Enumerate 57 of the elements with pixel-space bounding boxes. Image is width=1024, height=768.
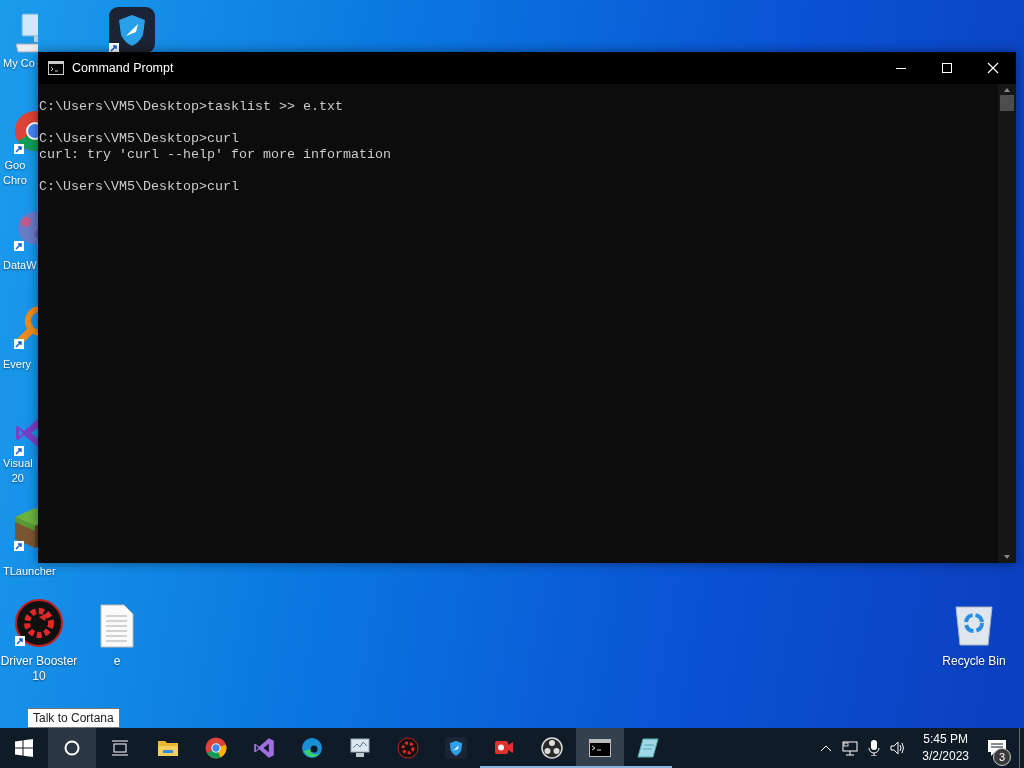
notifications-button[interactable]: 3 [983, 728, 1011, 768]
notification-count: 3 [993, 748, 1011, 766]
gear-icon [15, 599, 63, 647]
console-line: curl: try 'curl --help' for more information [39, 147, 391, 163]
console-line: C:\Users\VM5\Desktop>curl [39, 131, 239, 147]
document-icon [100, 604, 134, 648]
recycle-bin-icon [955, 606, 993, 646]
shortcut-arrow-icon [14, 446, 24, 456]
scrollbar[interactable] [998, 84, 1016, 563]
tooltip: Talk to Cortana [27, 708, 120, 728]
window-title: Command Prompt [72, 61, 175, 75]
task-view-icon [111, 740, 129, 756]
grass-block-icon [15, 508, 38, 548]
console-icon [48, 61, 64, 75]
console-line: C:\Users\VM5\Desktop>tasklist >> e.txt [39, 99, 343, 115]
computer-icon [15, 13, 38, 53]
edge-icon [301, 737, 323, 759]
chrome-icon [205, 737, 227, 759]
shortcut-arrow-icon [109, 43, 119, 53]
clock[interactable]: 5:45 PM 3/2/2023 [922, 731, 969, 765]
gear-icon [397, 737, 419, 759]
console-icon [589, 739, 611, 757]
shield-icon [445, 737, 467, 759]
chevron-up-icon[interactable] [820, 744, 833, 752]
console-line: C:\Users\VM5\Desktop>curl [39, 179, 239, 195]
network-icon[interactable] [842, 740, 859, 756]
scroll-down-icon[interactable] [1003, 554, 1011, 560]
vs-icon [253, 737, 275, 759]
microphone-icon[interactable] [868, 740, 881, 756]
taskbar-button[interactable] [48, 728, 96, 768]
icon-label: TLauncher [2, 564, 56, 579]
monitor-icon [349, 738, 371, 758]
maximize-icon [942, 63, 952, 73]
folder-icon [157, 739, 179, 757]
scrollbar-thumb[interactable] [1000, 95, 1014, 111]
obs-icon [541, 737, 563, 759]
shortcut-arrow-icon [14, 339, 24, 349]
icon-label: My Co [2, 56, 35, 71]
circle-icon [64, 740, 80, 756]
icon-label: Visual 20 [2, 456, 33, 486]
icon-label: DataW [2, 258, 37, 273]
windows-logo-icon [15, 739, 33, 757]
shortcut-arrow-icon [14, 241, 24, 251]
close-icon [987, 62, 999, 74]
scroll-up-icon[interactable] [1003, 87, 1011, 93]
shortcut-arrow-icon [14, 541, 24, 551]
shield-icon [109, 7, 155, 53]
icon-label: Driver Booster 10 [0, 654, 78, 684]
shortcut-arrow-icon [15, 636, 25, 646]
notepad-icon [637, 737, 659, 759]
taskbar-button[interactable] [576, 728, 624, 768]
icon-label: Recycle Bin [942, 654, 1006, 669]
icon-label: Every [2, 357, 32, 372]
speaker-icon[interactable] [890, 741, 907, 755]
shortcut-arrow-icon [14, 144, 24, 154]
icon-label: e [113, 654, 121, 669]
icon-label: Goo Chro [2, 158, 27, 188]
